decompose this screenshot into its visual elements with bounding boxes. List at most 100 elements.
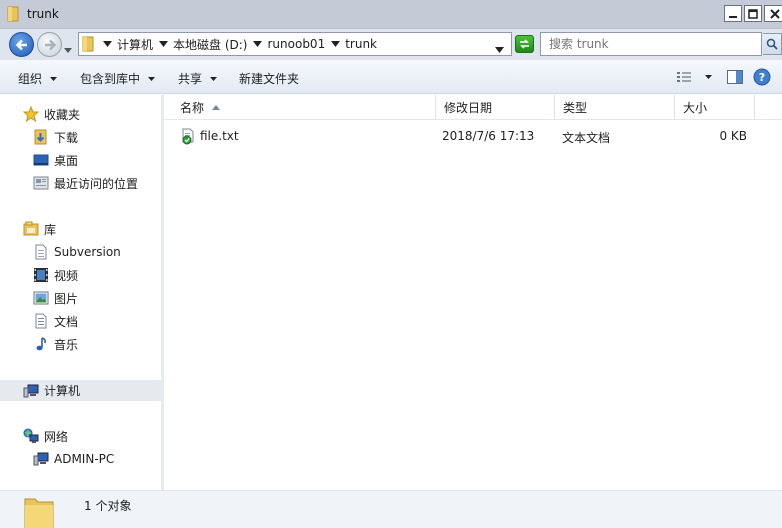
forward-button[interactable] — [37, 32, 62, 57]
chevron-down-icon — [64, 48, 72, 53]
nav-item-admin-pc[interactable]: ADMIN-PC — [33, 449, 114, 469]
include-in-library-label: 包含到库中 — [80, 72, 141, 86]
maximize-button[interactable] — [744, 5, 762, 22]
column-type-label: 类型 — [563, 101, 588, 115]
breadcrumb-trunk[interactable]: trunk — [343, 37, 379, 51]
nav-network[interactable]: 网络 — [23, 426, 68, 446]
folder-icon — [23, 493, 55, 528]
view-options-dropdown[interactable] — [705, 75, 712, 79]
nav-computer[interactable]: 计算机 — [0, 380, 161, 401]
file-name: file.txt — [200, 129, 239, 143]
nav-item-music[interactable]: 音乐 — [33, 334, 78, 354]
nav-item-downloads[interactable]: 下载 — [33, 127, 78, 147]
nav-libraries[interactable]: 库 — [23, 219, 56, 239]
folder-icon — [82, 36, 96, 55]
column-size-label: 大小 — [683, 101, 708, 115]
address-row: 计算机 本地磁盘 (D:) runoob01 trunk — [0, 29, 782, 60]
caret-down-icon — [705, 75, 712, 79]
nav-item-label: ADMIN-PC — [54, 452, 115, 466]
file-row[interactable]: file.txt 2018/7/6 17:13 文本文档 0 KB — [172, 125, 772, 149]
minimize-icon — [729, 15, 737, 18]
column-header-name[interactable]: 名称 — [172, 95, 436, 120]
preview-pane-icon — [727, 70, 743, 84]
nav-item-recent-places[interactable]: 最近访问的位置 — [33, 173, 138, 193]
breadcrumb-separator[interactable] — [249, 33, 265, 55]
nav-item-desktop[interactable]: 桌面 — [33, 150, 78, 170]
nav-item-label: 图片 — [54, 291, 79, 306]
library-doc-icon — [33, 244, 49, 260]
minimize-button[interactable] — [724, 5, 742, 22]
address-bar[interactable]: 计算机 本地磁盘 (D:) runoob01 trunk — [78, 32, 512, 56]
folder-icon — [7, 6, 21, 25]
caret-down-icon — [50, 76, 58, 81]
column-name-label: 名称 — [180, 101, 205, 115]
command-bar: 组织 包含到库中 共享 新建文件夹 ? — [0, 60, 782, 94]
svg-text:?: ? — [759, 71, 765, 84]
back-button[interactable] — [9, 32, 34, 57]
preview-pane-button[interactable] — [727, 70, 743, 84]
library-icon — [23, 221, 39, 237]
change-view-button[interactable] — [676, 70, 692, 84]
documents-icon — [33, 313, 49, 329]
nav-item-label: Subversion — [54, 245, 121, 259]
nav-item-label: 桌面 — [54, 153, 79, 168]
refresh-button[interactable] — [515, 35, 534, 53]
view-list-icon — [677, 72, 691, 82]
breadcrumb-separator[interactable] — [155, 33, 171, 55]
nav-item-label: 视频 — [54, 268, 79, 283]
column-header-type[interactable]: 类型 — [555, 95, 675, 120]
include-in-library-menu[interactable]: 包含到库中 — [80, 70, 156, 87]
recent-pages-dropdown[interactable] — [64, 42, 72, 56]
recent-places-icon — [33, 175, 49, 191]
nav-network-label: 网络 — [44, 429, 69, 444]
video-icon — [33, 267, 49, 283]
address-history-dropdown[interactable] — [495, 42, 504, 56]
close-button[interactable] — [764, 5, 782, 22]
nav-item-videos[interactable]: 视频 — [33, 265, 78, 285]
nav-favorites[interactable]: 收藏夹 — [23, 104, 80, 124]
breadcrumb-computer[interactable]: 计算机 — [115, 36, 155, 53]
file-date: 2018/7/6 17:13 — [442, 129, 535, 143]
computer-icon — [23, 383, 39, 399]
title-bar[interactable]: trunk — [0, 0, 782, 29]
organize-label: 组织 — [18, 72, 43, 86]
music-icon — [33, 336, 49, 352]
nav-item-label: 下载 — [54, 130, 79, 145]
pc-icon — [33, 451, 49, 467]
downloads-icon — [33, 129, 49, 145]
nav-item-label: 文档 — [54, 314, 79, 329]
search-box[interactable] — [540, 32, 762, 56]
nav-item-documents[interactable]: 文档 — [33, 311, 78, 331]
caret-down-icon — [158, 41, 168, 47]
sort-ascending-icon — [212, 105, 221, 110]
help-icon: ? — [753, 68, 771, 86]
breadcrumb-local-disk[interactable]: 本地磁盘 (D:) — [171, 36, 249, 53]
caret-down-icon — [495, 47, 504, 53]
caret-down-icon — [210, 76, 218, 81]
status-item-count: 1 个对象 — [84, 499, 132, 513]
search-button[interactable] — [763, 33, 782, 55]
caret-down-icon — [102, 41, 112, 47]
pictures-icon — [33, 290, 49, 306]
nav-computer-label: 计算机 — [44, 384, 81, 398]
nav-item-pictures[interactable]: 图片 — [33, 288, 78, 308]
window-title: trunk — [27, 7, 59, 21]
nav-item-subversion[interactable]: Subversion — [33, 242, 121, 262]
breadcrumb: 计算机 本地磁盘 (D:) runoob01 trunk — [99, 33, 379, 55]
breadcrumb-separator[interactable] — [327, 33, 343, 55]
nav-item-label: 最近访问的位置 — [54, 176, 139, 191]
column-header-date[interactable]: 修改日期 — [436, 95, 555, 120]
star-icon — [23, 106, 39, 122]
navigation-pane: 收藏夹 下载 桌面 最近访问的位置 库 Subversion 视频 图片 文档 … — [0, 95, 161, 490]
nav-item-label: 音乐 — [54, 337, 79, 352]
help-button[interactable]: ? — [753, 68, 771, 86]
organize-menu[interactable]: 组织 — [18, 70, 58, 87]
column-header-size[interactable]: 大小 — [675, 95, 755, 120]
search-input[interactable] — [541, 33, 761, 55]
pane-splitter[interactable] — [161, 95, 164, 490]
breadcrumb-runoob01[interactable]: runoob01 — [265, 37, 327, 51]
breadcrumb-separator[interactable] — [99, 33, 115, 55]
share-menu[interactable]: 共享 — [178, 70, 218, 87]
new-folder-button[interactable]: 新建文件夹 — [239, 70, 299, 87]
maximize-icon — [748, 8, 758, 19]
